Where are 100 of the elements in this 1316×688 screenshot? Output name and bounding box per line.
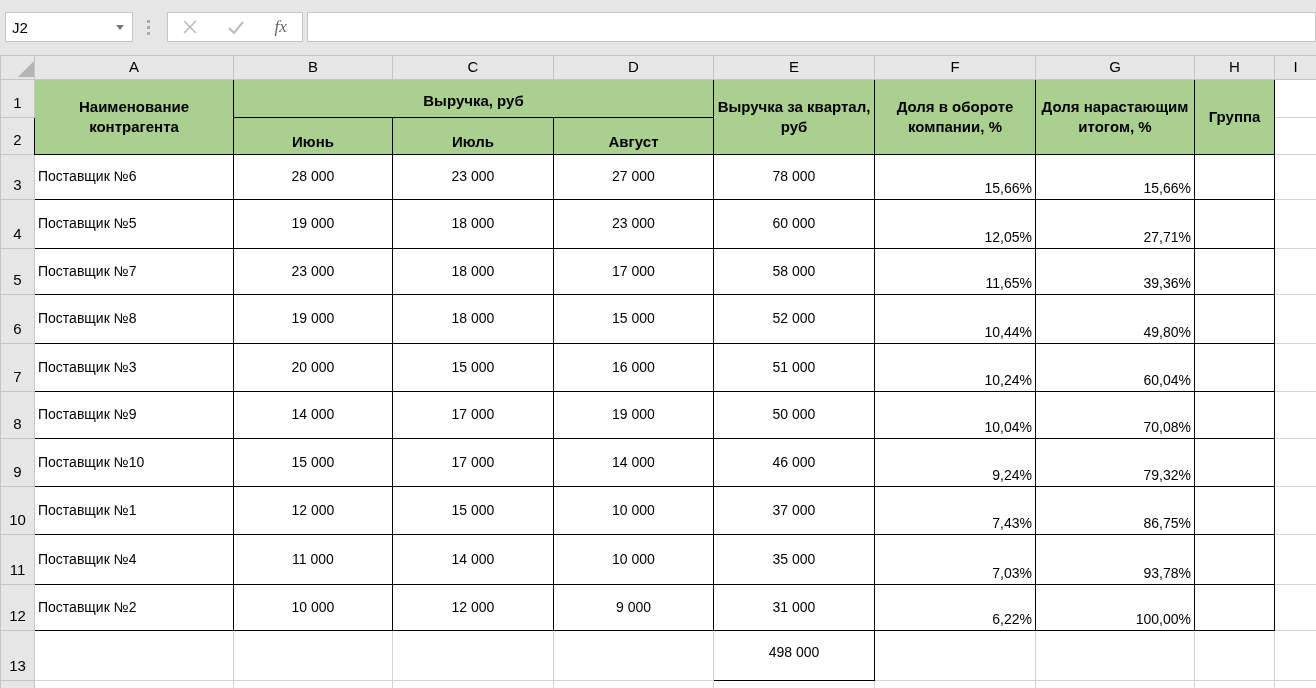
column-header[interactable]: B <box>233 55 393 79</box>
table-cell[interactable]: 60,04% <box>1035 343 1195 391</box>
table-cell[interactable]: 10 000 <box>553 534 714 584</box>
row-header[interactable]: 11 <box>0 534 35 584</box>
table-cell[interactable]: Поставщик №7 <box>34 248 234 294</box>
table-cell[interactable]: 14 000 <box>233 391 393 438</box>
table-cell[interactable]: 18 000 <box>392 294 554 343</box>
table-cell[interactable]: Поставщик №8 <box>34 294 234 343</box>
table-cell[interactable]: 86,75% <box>1035 486 1195 534</box>
table-cell[interactable]: 11 000 <box>233 534 393 584</box>
table-cell[interactable]: 10,44% <box>874 294 1036 343</box>
table-cell[interactable]: 12 000 <box>233 486 393 534</box>
table-cell[interactable]: 93,78% <box>1035 534 1195 584</box>
column-header[interactable]: I <box>1274 55 1316 79</box>
table-cell[interactable]: 17 000 <box>392 391 554 438</box>
column-header[interactable]: F <box>874 55 1036 79</box>
table-cell[interactable]: 23 000 <box>392 154 554 199</box>
table-cell[interactable]: 27,71% <box>1035 199 1195 248</box>
dropdown-caret-icon[interactable] <box>116 25 124 30</box>
table-cell[interactable]: 100,00% <box>1035 584 1195 630</box>
table-cell[interactable]: 11,65% <box>874 248 1036 294</box>
table-cell[interactable]: Поставщик №10 <box>34 438 234 486</box>
table-cell[interactable]: 12 000 <box>392 584 554 630</box>
row-header[interactable]: 7 <box>0 343 35 391</box>
table-cell[interactable]: 51 000 <box>713 343 875 391</box>
table-cell[interactable]: 14 000 <box>553 438 714 486</box>
header-cell[interactable]: Доля нарастающим итогом, % <box>1035 79 1195 154</box>
table-cell[interactable]: 7,43% <box>874 486 1036 534</box>
table-cell[interactable]: Поставщик №6 <box>34 154 234 199</box>
table-cell[interactable]: Поставщик №2 <box>34 584 234 630</box>
table-cell[interactable]: 20 000 <box>233 343 393 391</box>
cancel-icon[interactable] <box>183 20 198 34</box>
table-cell[interactable]: 15 000 <box>233 438 393 486</box>
check-icon[interactable] <box>227 20 244 34</box>
table-cell[interactable]: 79,32% <box>1035 438 1195 486</box>
row-header[interactable]: 6 <box>0 294 35 343</box>
row-header[interactable]: 9 <box>0 438 35 486</box>
row-header[interactable]: 3 <box>0 154 35 199</box>
row-header[interactable]: 5 <box>0 248 35 294</box>
table-cell[interactable]: 12,05% <box>874 199 1036 248</box>
table-cell[interactable]: 15,66% <box>874 154 1036 199</box>
table-cell[interactable]: 31 000 <box>713 584 875 630</box>
table-cell[interactable]: 18 000 <box>392 248 554 294</box>
table-cell[interactable]: Поставщик №9 <box>34 391 234 438</box>
table-cell[interactable]: 16 000 <box>553 343 714 391</box>
row-header[interactable]: 8 <box>0 391 35 438</box>
row-header[interactable]: 12 <box>0 584 35 630</box>
row-header[interactable]: 13 <box>0 630 35 680</box>
column-header[interactable]: E <box>713 55 875 79</box>
table-cell[interactable]: 9,24% <box>874 438 1036 486</box>
header-cell[interactable]: Июнь <box>233 117 393 154</box>
table-cell[interactable]: 498 000 <box>713 630 875 680</box>
table-cell[interactable]: Поставщик №5 <box>34 199 234 248</box>
header-cell[interactable]: Июль <box>392 117 554 154</box>
column-header[interactable]: D <box>553 55 714 79</box>
table-cell[interactable]: 6,22% <box>874 584 1036 630</box>
table-cell[interactable]: 19 000 <box>553 391 714 438</box>
table-cell[interactable]: 10 000 <box>553 486 714 534</box>
column-header[interactable]: C <box>392 55 554 79</box>
table-cell[interactable]: 50 000 <box>713 391 875 438</box>
table-cell[interactable]: 10,04% <box>874 391 1036 438</box>
header-cell[interactable]: Выручка за квартал, руб <box>713 79 875 154</box>
table-cell[interactable]: 58 000 <box>713 248 875 294</box>
column-header[interactable]: G <box>1035 55 1195 79</box>
table-cell[interactable]: Поставщик №3 <box>34 343 234 391</box>
table-cell[interactable]: 19 000 <box>233 199 393 248</box>
name-box[interactable]: J2 <box>5 12 133 42</box>
table-cell[interactable]: Поставщик №4 <box>34 534 234 584</box>
table-cell[interactable]: 15 000 <box>392 486 554 534</box>
row-header[interactable]: 2 <box>0 117 35 154</box>
table-cell[interactable]: 35 000 <box>713 534 875 584</box>
table-cell[interactable]: 39,36% <box>1035 248 1195 294</box>
table-cell[interactable]: 23 000 <box>553 199 714 248</box>
table-cell[interactable]: Поставщик №1 <box>34 486 234 534</box>
table-cell[interactable]: 27 000 <box>553 154 714 199</box>
table-cell[interactable]: 15 000 <box>553 294 714 343</box>
table-cell[interactable]: 52 000 <box>713 294 875 343</box>
formula-input[interactable] <box>307 12 1316 42</box>
row-header[interactable]: 10 <box>0 486 35 534</box>
table-cell[interactable]: 7,03% <box>874 534 1036 584</box>
function-button[interactable]: fx <box>274 14 287 40</box>
table-cell[interactable]: 15 000 <box>392 343 554 391</box>
table-cell[interactable]: 10 000 <box>233 584 393 630</box>
column-header[interactable]: H <box>1194 55 1275 79</box>
table-cell[interactable]: 17 000 <box>392 438 554 486</box>
table-cell[interactable]: 17 000 <box>553 248 714 294</box>
row-header[interactable]: 1 <box>0 79 35 117</box>
table-cell[interactable]: 49,80% <box>1035 294 1195 343</box>
table-cell[interactable]: 23 000 <box>233 248 393 294</box>
table-cell[interactable]: 15,66% <box>1035 154 1195 199</box>
header-cell[interactable]: Группа <box>1194 79 1275 154</box>
table-cell[interactable]: 70,08% <box>1035 391 1195 438</box>
header-cell[interactable]: Наименование контрагента <box>34 79 234 154</box>
table-cell[interactable]: 46 000 <box>713 438 875 486</box>
table-cell[interactable]: 14 000 <box>392 534 554 584</box>
table-cell[interactable]: 78 000 <box>713 154 875 199</box>
table-cell[interactable]: 28 000 <box>233 154 393 199</box>
table-cell[interactable]: 18 000 <box>392 199 554 248</box>
header-cell[interactable]: Доля в обороте компании, % <box>874 79 1036 154</box>
table-cell[interactable]: 37 000 <box>713 486 875 534</box>
